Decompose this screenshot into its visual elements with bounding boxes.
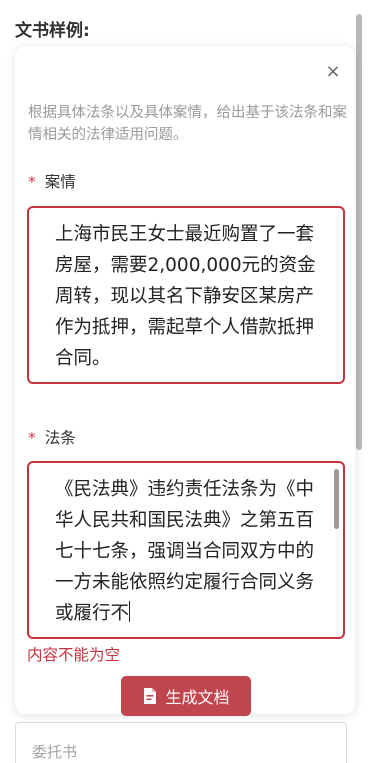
form-hint: 根据具体法条以及具体案情，给出基于该法条和案情相关的法律适用问题。: [28, 105, 347, 143]
case-label-text: 案情: [44, 173, 76, 191]
law-field-label: * 法条: [28, 426, 76, 448]
case-field-label: * 案情: [28, 170, 76, 192]
law-textarea[interactable]: 《民法典》违约责任法条为《中华人民共和国民法典》之第五百七十七条，强调当合同双方…: [27, 461, 345, 639]
section-title: 文书样例:: [15, 21, 90, 41]
case-textarea[interactable]: 上海市民王女士最近购置了一套房屋，需要2,000,000元的资金周转，现以其名下…: [27, 206, 345, 384]
power-of-attorney-placeholder: 委托书: [32, 743, 78, 761]
document-icon: [144, 688, 157, 704]
page: 文书样例: × 根据具体法条以及具体案情，给出基于该法条和案情相关的法律适用问题…: [0, 0, 378, 763]
generate-document-button[interactable]: 生成文档: [121, 676, 251, 716]
textarea-scrollbar[interactable]: [334, 469, 339, 529]
generate-button-label: 生成文档: [165, 688, 230, 707]
law-label-text: 法条: [44, 429, 76, 447]
document-form-panel: × 根据具体法条以及具体案情，给出基于该法条和案情相关的法律适用问题。 * 案情 …: [15, 46, 355, 716]
error-message: 内容不能为空: [27, 646, 121, 664]
close-icon[interactable]: ×: [323, 62, 343, 82]
page-scrollbar[interactable]: [356, 14, 362, 450]
case-textarea-value: 上海市民王女士最近购置了一套房屋，需要2,000,000元的资金周转，现以其名下…: [55, 224, 316, 369]
required-mark: *: [28, 429, 36, 447]
power-of-attorney-field[interactable]: 委托书: [15, 722, 347, 763]
law-textarea-value: 《民法典》违约责任法条为《中华人民共和国民法典》之第五百七十七条，强调当合同双方…: [55, 479, 315, 624]
text-caret: [129, 601, 131, 622]
required-mark: *: [28, 173, 36, 191]
